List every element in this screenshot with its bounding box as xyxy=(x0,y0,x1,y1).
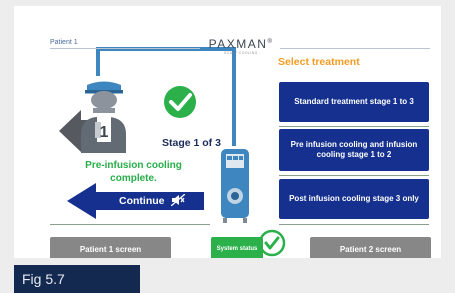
select-treatment-title: Select treatment xyxy=(278,56,360,68)
post-infusion-cooling-button[interactable]: Post infusion cooling stage 3 only xyxy=(279,179,429,219)
figure-caption: Fig 5.7 xyxy=(14,265,140,293)
stage-indicator: Stage 1 of 3 xyxy=(162,137,221,149)
system-status-label: System status xyxy=(216,245,258,252)
patient1-screen-button[interactable]: Patient 1 screen xyxy=(50,237,171,258)
patient-number: 1 xyxy=(100,124,109,141)
logo-tagline: SCALP COOLING xyxy=(224,51,258,55)
logo-text: PAXMAN xyxy=(208,37,268,51)
patient1-screen-label: Patient 1 screen xyxy=(79,244,142,254)
standard-treatment-label: Standard treatment stage 1 to 3 xyxy=(294,97,414,106)
check-circle-icon xyxy=(164,86,196,118)
patient2-screen-label: Patient 2 screen xyxy=(339,244,402,254)
continue-button[interactable]: Continue xyxy=(119,193,186,207)
standard-treatment-button[interactable]: Standard treatment stage 1 to 3 xyxy=(279,82,429,122)
pre-infusion-cooling-button[interactable]: Pre infusion cooling and infusion coolin… xyxy=(279,129,429,171)
pre-infusion-cooling-label: Pre infusion cooling and infusion coolin… xyxy=(290,140,418,159)
header-divider xyxy=(280,48,430,49)
no-sound-icon xyxy=(170,193,186,207)
divider xyxy=(279,126,429,127)
status-message: Pre-infusion cooling complete. xyxy=(85,160,182,184)
machine-screen: 1 Patient 1 PAXMAN® SCALP COOLING Select… xyxy=(14,6,441,258)
system-status-button[interactable]: System status xyxy=(211,237,263,258)
header-divider xyxy=(50,48,200,49)
scalp-cooler-device-icon xyxy=(221,149,249,223)
divider xyxy=(279,175,429,176)
system-check-icon xyxy=(258,229,286,257)
post-infusion-cooling-label: Post infusion cooling stage 3 only xyxy=(289,194,419,203)
divider xyxy=(50,224,210,225)
paxman-logo: PAXMAN® SCALP COOLING xyxy=(202,36,280,56)
patient2-screen-button[interactable]: Patient 2 screen xyxy=(310,237,431,258)
divider xyxy=(279,224,429,225)
logo-registered: ® xyxy=(267,39,274,45)
continue-label: Continue xyxy=(119,195,165,207)
patient-label: Patient 1 xyxy=(50,39,78,46)
patient-icon: 1 xyxy=(81,81,126,153)
